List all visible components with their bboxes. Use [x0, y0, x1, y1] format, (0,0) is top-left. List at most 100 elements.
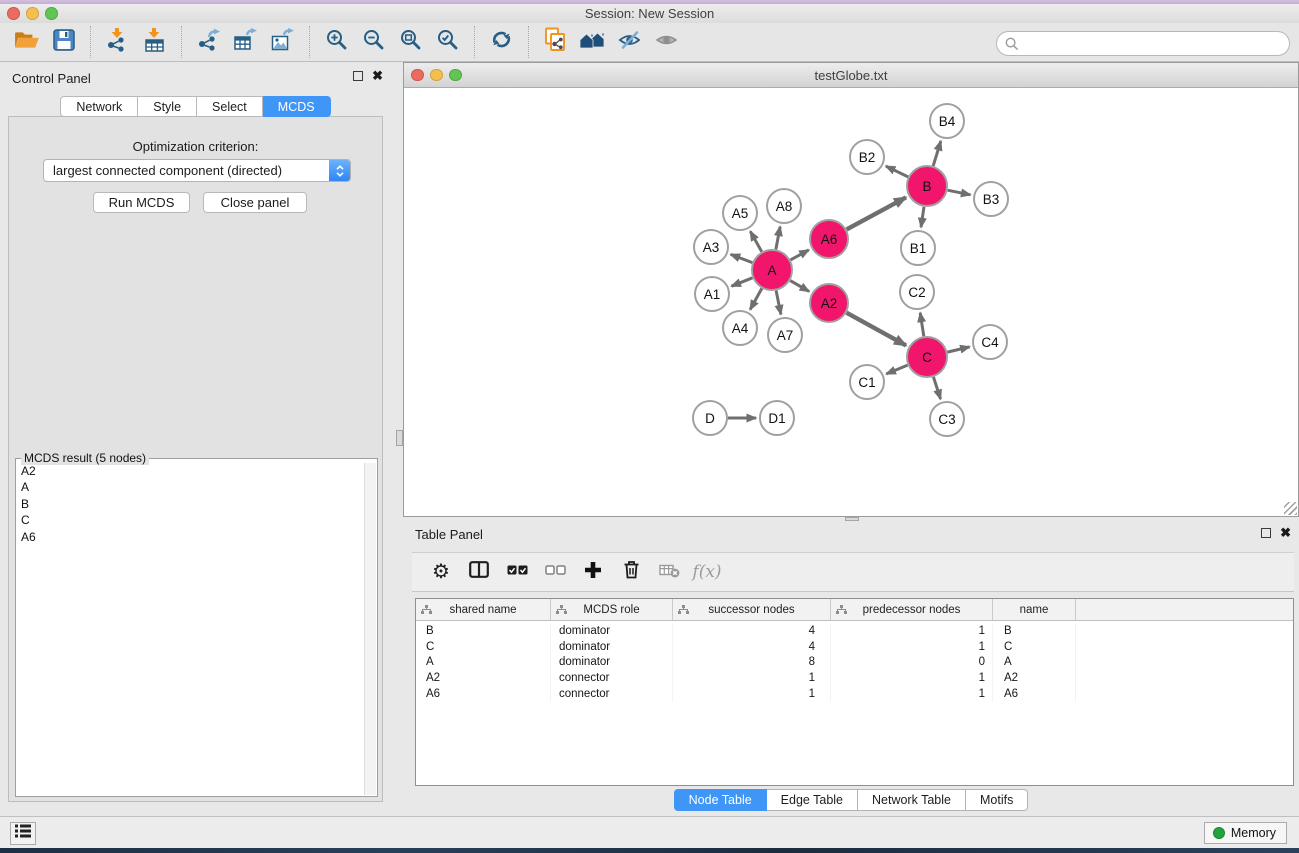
- search-input[interactable]: [996, 31, 1290, 56]
- graph-edge-A-A7[interactable]: [776, 291, 781, 315]
- deselect-all-columns-button[interactable]: [536, 556, 574, 588]
- toolbar-separator: [528, 26, 529, 58]
- table-cell: 1: [831, 671, 993, 687]
- open-session-button[interactable]: [8, 25, 45, 59]
- table-row[interactable]: Adominator80A: [416, 655, 1293, 671]
- result-list-item[interactable]: C: [17, 512, 363, 528]
- export-network-button[interactable]: [190, 25, 227, 59]
- column-header[interactable]: predecessor nodes: [831, 599, 993, 620]
- tab-edge-table[interactable]: Edge Table: [767, 789, 858, 811]
- run-mcds-button[interactable]: Run MCDS: [93, 192, 190, 213]
- export-image-button[interactable]: [264, 25, 301, 59]
- table-settings-button[interactable]: ⚙: [422, 556, 460, 588]
- result-list-item[interactable]: A2: [17, 463, 363, 479]
- task-history-button[interactable]: [10, 822, 36, 845]
- result-list-item[interactable]: A: [17, 479, 363, 495]
- app-window: Session: New Session: [0, 0, 1299, 853]
- graph-node-label: D: [705, 411, 715, 426]
- memory-button[interactable]: Memory: [1204, 822, 1287, 844]
- home-button[interactable]: [574, 25, 611, 59]
- duplicate-network-button[interactable]: [537, 25, 574, 59]
- tab-motifs[interactable]: Motifs: [966, 789, 1028, 811]
- graph-edge-A2-C[interactable]: [847, 313, 906, 346]
- column-header[interactable]: successor nodes: [673, 599, 831, 620]
- graph-edge-C-C4[interactable]: [947, 347, 969, 352]
- tab-network[interactable]: Network: [60, 96, 138, 117]
- graph-edge-A-A8[interactable]: [776, 227, 780, 250]
- table-row[interactable]: Cdominator41C: [416, 640, 1293, 656]
- graph-edge-A-A2[interactable]: [790, 281, 809, 292]
- graph-edge-B-B4[interactable]: [933, 141, 941, 166]
- vertical-splitter-handle[interactable]: [396, 430, 403, 446]
- close-panel-icon[interactable]: ✖: [1280, 528, 1291, 538]
- graph-edge-A-A5[interactable]: [750, 231, 761, 251]
- column-layout-button[interactable]: [460, 556, 498, 588]
- table-row[interactable]: A2connector11A2: [416, 671, 1293, 687]
- refresh-button[interactable]: [483, 25, 520, 59]
- graph-edge-B-B1[interactable]: [921, 207, 924, 227]
- graph-edge-A6-B[interactable]: [847, 197, 906, 229]
- import-table-button[interactable]: [136, 25, 173, 59]
- graph-edge-A-A3[interactable]: [731, 254, 753, 262]
- table-row[interactable]: Bdominator41B: [416, 624, 1293, 640]
- column-header-label: successor nodes: [708, 604, 794, 616]
- hide-graphics-details-button[interactable]: [611, 25, 648, 59]
- graph-edge-B-B2[interactable]: [886, 166, 908, 177]
- column-header[interactable]: shared name: [416, 599, 551, 620]
- zoom-fit-button[interactable]: [392, 25, 429, 59]
- function-builder-button: f(x): [688, 556, 726, 588]
- zoom-out-button[interactable]: [355, 25, 392, 59]
- result-list-item[interactable]: B: [17, 496, 363, 512]
- add-column-button[interactable]: [574, 556, 612, 588]
- graph-edge-B-B3[interactable]: [948, 190, 971, 195]
- criterion-value: largest connected component (directed): [53, 163, 282, 178]
- tab-select[interactable]: Select: [197, 96, 263, 117]
- zoom-selected-button[interactable]: [429, 25, 466, 59]
- export-image-icon: [271, 28, 295, 57]
- table-cell: A6: [993, 687, 1076, 703]
- select-all-columns-button[interactable]: [498, 556, 536, 588]
- graph-edge-A-A4[interactable]: [750, 288, 762, 309]
- export-table-button[interactable]: [227, 25, 264, 59]
- result-list-item[interactable]: A6: [17, 529, 363, 545]
- network-window-titlebar: testGlobe.txt: [404, 63, 1298, 88]
- close-panel-button[interactable]: Close panel: [203, 192, 307, 213]
- save-session-button[interactable]: [45, 25, 82, 59]
- tab-mcds[interactable]: MCDS: [263, 96, 331, 117]
- graph-node-label: A4: [732, 321, 749, 336]
- result-scrollbar[interactable]: [364, 463, 376, 795]
- table-cell: 1: [673, 671, 831, 687]
- optimization-criterion-label: Optimization criterion:: [9, 139, 382, 154]
- network-canvas[interactable]: AA1A3A5A8A4A7A6A2BB1B2B3B4CC1C2C3C4DD1: [404, 88, 1298, 516]
- graph-edge-A-A6[interactable]: [790, 250, 808, 260]
- column-header[interactable]: MCDS role: [551, 599, 673, 620]
- graph-edge-C-C1[interactable]: [886, 365, 907, 374]
- float-panel-icon[interactable]: [1261, 528, 1271, 538]
- tab-style[interactable]: Style: [138, 96, 197, 117]
- graph-node-label: A5: [732, 206, 749, 221]
- graph-edge-C-C2[interactable]: [920, 313, 924, 336]
- window-resize-grip[interactable]: [1284, 502, 1297, 515]
- close-panel-icon[interactable]: ✖: [372, 71, 383, 81]
- criterion-dropdown[interactable]: largest connected component (directed): [43, 159, 351, 182]
- tab-node-table[interactable]: Node Table: [674, 789, 767, 811]
- network-view-window: testGlobe.txt AA1A3A5A8A4A7A6A2BB1B2B3B4…: [403, 62, 1299, 517]
- node-table: shared nameMCDS role successor nodes prede…: [415, 598, 1294, 786]
- tab-network-table[interactable]: Network Table: [858, 789, 966, 811]
- search-field-wrap: [996, 31, 1290, 56]
- delete-column-button[interactable]: [612, 556, 650, 588]
- table-cell: 1: [831, 624, 993, 640]
- table-cell: dominator: [551, 624, 673, 640]
- graph-node-label: B2: [859, 150, 876, 165]
- import-network-button[interactable]: [99, 25, 136, 59]
- dropdown-stepper-icon: [329, 160, 350, 181]
- trash-icon: [623, 560, 640, 584]
- graph-edge-A-A1[interactable]: [731, 278, 752, 286]
- column-header[interactable]: name: [993, 599, 1076, 620]
- titlebar: Session: New Session: [0, 4, 1299, 23]
- float-panel-icon[interactable]: [353, 71, 363, 81]
- table-row[interactable]: A6connector11A6: [416, 687, 1293, 703]
- graph-edge-C-C3[interactable]: [933, 377, 940, 399]
- zoom-in-button[interactable]: [318, 25, 355, 59]
- graph-node-label: D1: [768, 411, 785, 426]
